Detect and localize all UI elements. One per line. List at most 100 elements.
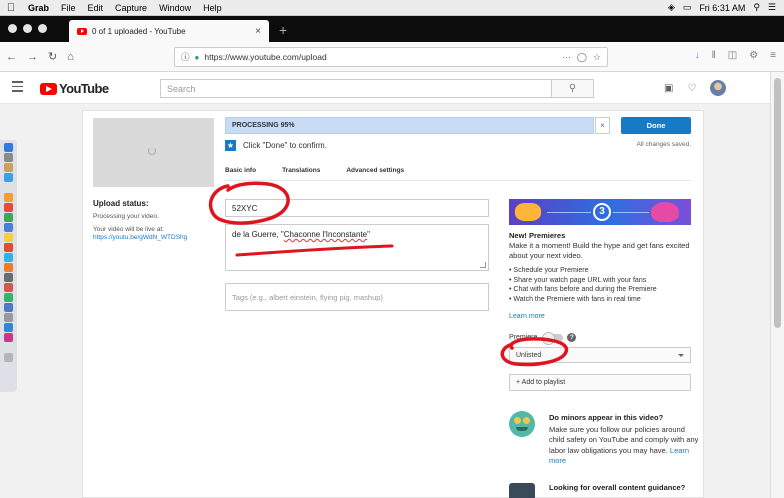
extension-icon[interactable]: ⚙ <box>749 50 758 61</box>
new-tab-icon[interactable]: + <box>269 22 287 42</box>
chevron-down-icon <box>678 354 684 357</box>
menu-file[interactable]: File <box>55 3 82 13</box>
back-icon[interactable]: ← <box>6 51 17 63</box>
wifi-icon[interactable]: ◈ <box>668 2 675 13</box>
youtube-page: YouTube Search ⚲ ▣ ♡ PROCESSING 95% × Do… <box>0 72 770 498</box>
menu-window[interactable]: Window <box>153 3 197 13</box>
app-icon[interactable] <box>4 303 13 312</box>
minimize-window-button[interactable] <box>23 24 32 33</box>
menu-edit[interactable]: Edit <box>82 3 110 13</box>
app-icon[interactable] <box>4 333 13 342</box>
description-text-end: " <box>367 230 370 239</box>
app-icon[interactable] <box>4 313 13 322</box>
apple-icon[interactable]:  <box>0 2 22 14</box>
add-to-playlist-button[interactable]: + Add to playlist <box>509 374 691 391</box>
page-scrollbar[interactable] <box>770 72 784 498</box>
url-text: https://www.youtube.com/upload <box>204 52 327 62</box>
description-text: de la Guerre, " <box>232 230 284 239</box>
youtube-play-icon <box>40 82 57 95</box>
trash-icon[interactable] <box>4 353 13 362</box>
menubar-clock[interactable]: Fri 6:31 AM <box>699 3 745 13</box>
create-video-icon[interactable]: ▣ <box>664 83 673 94</box>
youtube-logo[interactable]: YouTube <box>40 81 109 96</box>
menu-capture[interactable]: Capture <box>109 3 153 13</box>
search-icon: ⚲ <box>568 83 577 94</box>
window-controls <box>0 24 57 42</box>
app-icon[interactable] <box>4 183 13 192</box>
info-icon[interactable]: ⓘ <box>181 51 190 63</box>
library-icon[interactable]: ‖ <box>712 50 716 61</box>
premiere-label: Premiere <box>509 334 538 341</box>
app-icon[interactable] <box>4 273 13 282</box>
app-icon[interactable] <box>4 253 13 262</box>
video-url-link[interactable]: https://youtu.be/gWdN_WTDShg <box>93 234 218 241</box>
mac-menubar:  Grab File Edit Capture Window Help ◈ ▭… <box>0 0 784 16</box>
launchpad-icon[interactable] <box>4 153 13 162</box>
cancel-upload-button[interactable]: × <box>595 117 610 134</box>
notifications-bell-icon[interactable]: ♡ <box>687 83 696 94</box>
search-button[interactable]: ⚲ <box>552 79 594 98</box>
youtube-logo-text: YouTube <box>59 81 109 96</box>
pocket-icon[interactable]: ◯ <box>577 52 587 63</box>
app-icon[interactable] <box>4 283 13 292</box>
app-icon[interactable] <box>4 293 13 302</box>
tags-input[interactable]: Tags (e.g., albert einstein, flying pig,… <box>225 283 489 311</box>
done-button[interactable]: Done <box>621 117 691 134</box>
close-tab-icon[interactable]: × <box>255 26 261 37</box>
app-icon[interactable] <box>4 203 13 212</box>
guide-menu-icon[interactable] <box>12 81 23 95</box>
app-icon[interactable] <box>4 323 13 332</box>
help-icon[interactable]: ? <box>567 333 577 342</box>
list-item: Chat with fans before and during the Pre… <box>509 285 699 295</box>
upload-status-text: Processing your video. <box>93 213 159 220</box>
battery-icon[interactable]: ▭ <box>683 2 692 13</box>
guidance-illustration-icon <box>509 483 535 498</box>
resize-handle[interactable] <box>480 262 486 268</box>
premieres-learn-more-link[interactable]: Learn more <box>509 313 545 320</box>
list-item: Share your watch page URL with your fans <box>509 276 699 286</box>
firefox-icon[interactable] <box>4 263 13 272</box>
app-icon[interactable] <box>4 193 13 202</box>
description-textarea[interactable]: de la Guerre, "Chaconne l'Inconstante" <box>225 224 489 271</box>
browser-tab-youtube[interactable]: 0 of 1 uploaded - YouTube × <box>69 20 269 42</box>
menu-app[interactable]: Grab <box>22 3 55 13</box>
sidebar-icon[interactable]: ◫ <box>728 50 737 61</box>
menu-help[interactable]: Help <box>197 3 228 13</box>
reload-icon[interactable]: ↻ <box>48 50 57 63</box>
spotlight-icon[interactable]: ⚲ <box>753 2 760 13</box>
menu-icon[interactable]: ≡ <box>770 50 776 61</box>
close-window-button[interactable] <box>8 24 17 33</box>
tab-basic-info[interactable]: Basic info <box>225 167 256 174</box>
privacy-select[interactable]: Unlisted <box>509 347 691 363</box>
page-actions-icon[interactable]: ··· <box>562 52 571 63</box>
app-icon[interactable] <box>4 163 13 172</box>
forward-icon[interactable]: → <box>27 51 38 63</box>
folder-icon[interactable] <box>4 343 13 352</box>
finder-icon[interactable] <box>4 143 13 152</box>
saved-status: All changes saved. <box>636 141 691 148</box>
search-input[interactable]: Search <box>160 79 552 98</box>
downloads-icon[interactable]: ↓ <box>695 50 700 61</box>
upload-status-heading: Upload status: <box>93 199 149 208</box>
messages-icon[interactable] <box>4 213 13 222</box>
monster-illustration-icon <box>651 202 679 222</box>
app-icon[interactable] <box>4 223 13 232</box>
account-avatar[interactable] <box>710 80 727 96</box>
guidance-heading: Looking for overall content guidance? <box>549 483 686 492</box>
notification-icon[interactable]: ☰ <box>768 2 776 13</box>
countdown-number: 3 <box>593 203 611 221</box>
notes-icon[interactable] <box>4 233 13 242</box>
tab-translations[interactable]: Translations <box>282 167 320 174</box>
scrollbar-thumb[interactable] <box>774 78 781 328</box>
promo-line-2 <box>613 212 649 213</box>
home-icon[interactable]: ⌂ <box>67 51 74 63</box>
tab-advanced-settings[interactable]: Advanced settings <box>346 167 404 174</box>
premiere-toggle[interactable] <box>542 331 564 345</box>
loading-spinner-icon <box>148 147 156 155</box>
title-input[interactable]: 52XYC <box>225 199 489 217</box>
bookmark-star-icon[interactable]: ☆ <box>593 52 601 63</box>
zoom-window-button[interactable] <box>38 24 47 33</box>
url-bar[interactable]: ⓘ ● https://www.youtube.com/upload ··· ◯… <box>174 47 608 67</box>
app-icon[interactable] <box>4 243 13 252</box>
safari-icon[interactable] <box>4 173 13 182</box>
